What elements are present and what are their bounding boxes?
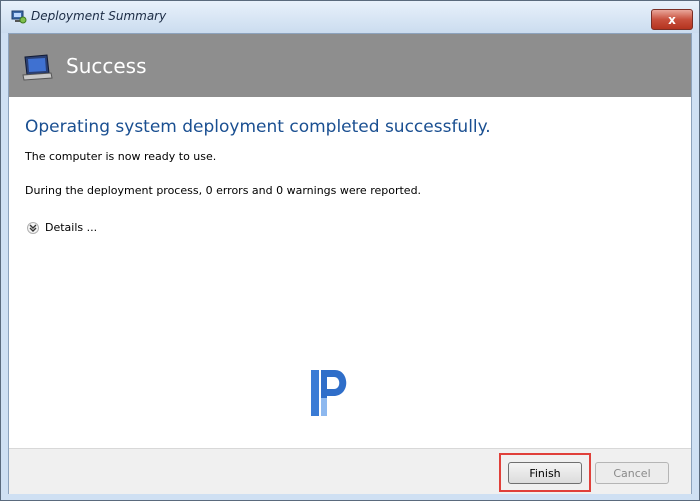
details-expander[interactable]: Details ... [27,221,97,234]
ready-message: The computer is now ready to use. [25,150,217,163]
report-message: During the deployment process, 0 errors … [25,184,422,197]
status-title: Success [66,54,147,78]
result-headline: Operating system deployment completed su… [25,117,491,137]
status-header: Success [9,34,691,97]
watermark-logo [311,370,347,416]
monitor-icon [22,54,53,81]
deployment-summary-window: Deployment Summary x Success Operating s… [0,0,700,501]
dialog-body: Success Operating system deployment comp… [8,33,692,494]
close-icon: x [668,12,676,27]
deployment-app-icon [11,10,27,24]
details-label: Details ... [45,221,98,234]
cancel-button[interactable]: Cancel [595,462,669,484]
finish-button[interactable]: Finish [508,462,582,484]
double-chevron-down-icon [27,221,39,234]
close-button[interactable]: x [651,9,693,30]
window-title: Deployment Summary [31,9,167,23]
title-bar: Deployment Summary x [1,1,699,33]
